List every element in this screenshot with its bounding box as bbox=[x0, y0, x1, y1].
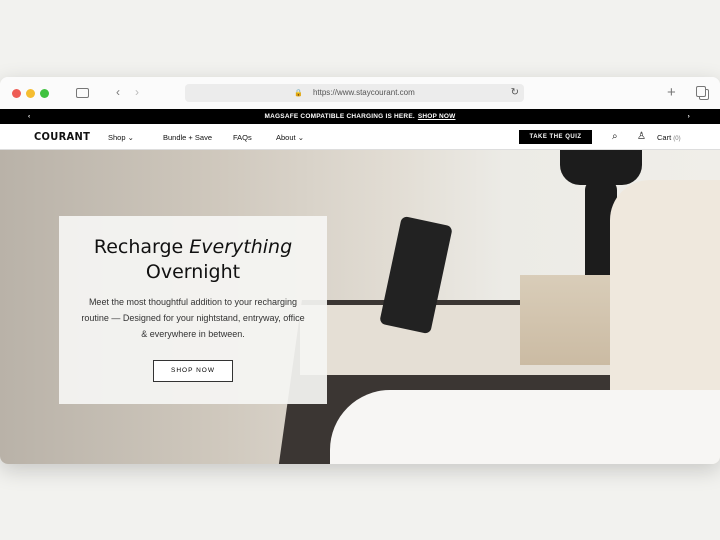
new-tab-icon[interactable]: + bbox=[667, 85, 676, 100]
promo-prev-icon[interactable]: ‹ bbox=[28, 109, 30, 124]
chevron-down-icon: ⌄ bbox=[297, 133, 304, 142]
hero-banner: Recharge Everything Overnight Meet the mo… bbox=[0, 150, 720, 464]
hero-card: Recharge Everything Overnight Meet the mo… bbox=[59, 216, 327, 404]
sidebar-icon[interactable] bbox=[76, 88, 89, 98]
search-icon[interactable]: ⌕ bbox=[612, 131, 618, 142]
bed-image bbox=[330, 390, 720, 464]
promo-next-icon[interactable]: › bbox=[688, 109, 690, 124]
nav-shop[interactable]: Shop ⌄ bbox=[108, 133, 134, 142]
take-quiz-button[interactable]: TAKE THE QUIZ bbox=[519, 130, 592, 144]
reload-icon[interactable]: ↻ bbox=[511, 84, 519, 102]
close-button[interactable] bbox=[12, 89, 21, 98]
hero-title: Recharge Everything Overnight bbox=[93, 236, 293, 283]
cart-link[interactable]: Cart (0) bbox=[657, 133, 681, 142]
nav-about[interactable]: About ⌄ bbox=[276, 133, 304, 142]
promo-bar: ‹ MAGSAFE COMPATIBLE CHARGING IS HERE. SH… bbox=[0, 109, 720, 124]
chevron-down-icon: ⌄ bbox=[127, 133, 134, 142]
address-bar[interactable]: 🔒 https://www.staycourant.com ↻ bbox=[185, 84, 524, 102]
hero-description: Meet the most thoughtful addition to you… bbox=[81, 297, 305, 339]
browser-window: ‹ › 🔒 https://www.staycourant.com ↻ + ‹ M… bbox=[0, 77, 720, 464]
books-image bbox=[520, 275, 610, 365]
maximize-button[interactable] bbox=[40, 89, 49, 98]
promo-shop-now-link[interactable]: SHOP NOW bbox=[418, 113, 456, 120]
nav-bundle[interactable]: Bundle + Save bbox=[163, 133, 212, 142]
lock-icon: 🔒 bbox=[294, 90, 303, 97]
nav-faqs[interactable]: FAQs bbox=[233, 133, 252, 142]
tabs-icon[interactable] bbox=[696, 86, 706, 97]
browser-toolbar: ‹ › 🔒 https://www.staycourant.com ↻ + bbox=[0, 77, 720, 109]
back-icon[interactable]: ‹ bbox=[116, 86, 120, 98]
forward-icon[interactable]: › bbox=[135, 86, 139, 98]
account-icon[interactable]: ♙ bbox=[637, 131, 646, 142]
logo[interactable]: COURANT bbox=[34, 130, 90, 143]
minimize-button[interactable] bbox=[26, 89, 35, 98]
shop-now-button[interactable]: SHOP NOW bbox=[153, 360, 233, 382]
site-nav: COURANT Shop ⌄ Bundle + Save FAQs About … bbox=[0, 124, 720, 150]
